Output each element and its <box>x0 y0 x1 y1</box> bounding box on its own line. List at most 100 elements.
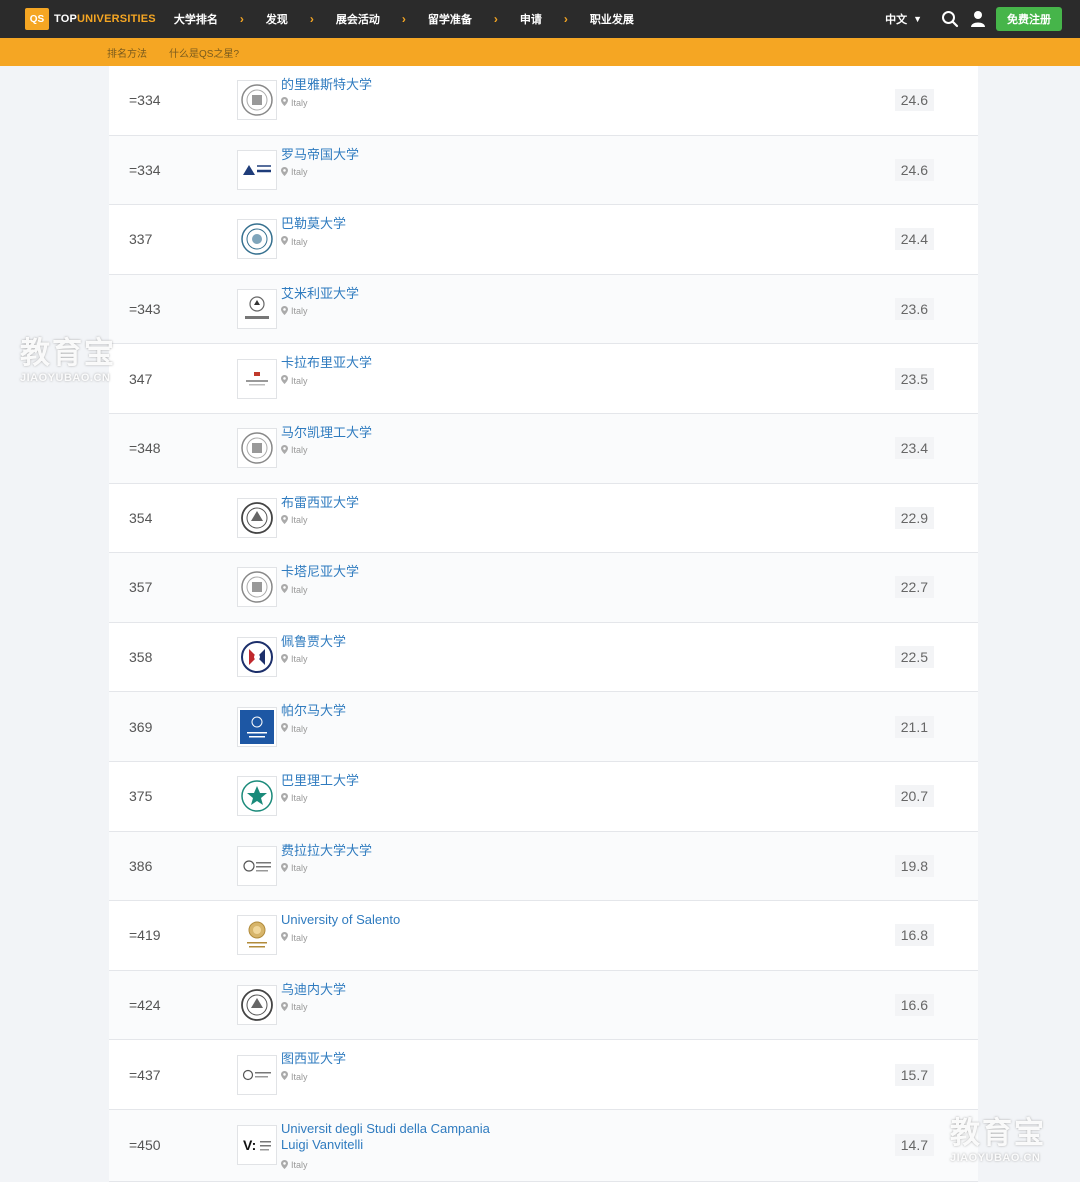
country-name: Italy <box>291 584 308 595</box>
user-icon[interactable] <box>968 9 988 29</box>
table-row[interactable]: 375 巴里理工大学 Italy 20.7 <box>109 761 978 832</box>
qs-badge: QS <box>25 8 49 30</box>
rank-cell: =424 <box>129 997 161 1014</box>
logo-wordmark: TOPUNIVERSITIES <box>54 13 156 25</box>
university-logo[interactable] <box>237 149 277 190</box>
country-label: Italy <box>281 514 308 526</box>
university-logo[interactable] <box>237 1054 277 1095</box>
country-label: Italy <box>281 444 308 456</box>
university-logo[interactable]: V: <box>237 1125 277 1166</box>
language-selector[interactable]: 中文 ▼ <box>885 11 922 27</box>
subnav-methodology[interactable]: 排名方法 <box>107 45 147 60</box>
search-icon[interactable] <box>940 9 960 29</box>
table-row[interactable]: =348 马尔凯理工大学 Italy 23.4 <box>109 413 978 484</box>
table-row[interactable]: =424 乌迪内大学 Italy 16.6 <box>109 970 978 1041</box>
nav-career[interactable]: 职业发展 <box>590 11 634 27</box>
country-label: Italy <box>281 792 308 804</box>
logo-text-top: TOP <box>54 13 78 25</box>
table-row[interactable]: 354 布雷西亚大学 Italy 22.9 <box>109 483 978 554</box>
subnav-qs-stars[interactable]: 什么是QS之星? <box>169 45 239 60</box>
university-name-link[interactable]: Universit degli Studi della Campania Lui… <box>281 1121 511 1153</box>
main-menu: 大学排名 › 发现 › 展会活动 › 留学准备 › 申请 › 职业发展 <box>174 11 634 27</box>
university-name-link[interactable]: 罗马帝国大学 <box>281 147 359 163</box>
university-name-link[interactable]: 乌迪内大学 <box>281 982 346 998</box>
watermark-text: 教育宝 <box>20 337 116 370</box>
university-name-link[interactable]: 的里雅斯特大学 <box>281 77 372 93</box>
university-name-link[interactable]: 图西亚大学 <box>281 1051 346 1067</box>
table-row[interactable]: 347 卡拉布里亚大学 Italy 23.5 <box>109 344 978 414</box>
svg-text:V:: V: <box>243 1137 256 1153</box>
university-name-link[interactable]: 费拉拉大学大学 <box>281 843 372 859</box>
overall-score: 23.6 <box>894 298 934 321</box>
country-label: Italy <box>281 723 308 734</box>
university-logo[interactable] <box>237 776 277 817</box>
university-name-link[interactable]: 布雷西亚大学 <box>281 495 359 511</box>
university-logo[interactable] <box>237 428 277 469</box>
country-name: Italy <box>291 236 308 247</box>
university-logo[interactable] <box>237 637 277 678</box>
university-logo[interactable] <box>237 219 277 260</box>
university-name-link[interactable]: 艾米利亚大学 <box>281 286 359 302</box>
nav-apply[interactable]: 申请 <box>520 11 542 27</box>
country-label: Italy <box>281 97 308 108</box>
university-logo[interactable] <box>237 915 277 956</box>
table-row[interactable]: 357 卡塔尼亚大学 Italy 22.7 <box>109 553 978 623</box>
nav-events[interactable]: 展会活动 <box>336 11 380 27</box>
table-row[interactable]: 358 佩鲁贾大学 Italy 22.5 <box>109 622 978 693</box>
nav-rankings[interactable]: 大学排名 <box>174 11 218 27</box>
nav-prepare[interactable]: 留学准备 <box>428 11 472 27</box>
watermark: 教育宝 JIAOYUBAO.CN <box>20 328 116 384</box>
overall-score: 22.9 <box>894 506 934 529</box>
country-name: Italy <box>291 515 308 526</box>
rank-cell: =348 <box>129 440 161 457</box>
university-name-link[interactable]: University of Salento <box>281 912 400 928</box>
university-logo[interactable] <box>237 845 277 886</box>
rank-cell: 337 <box>129 231 153 248</box>
university-name-link[interactable]: 佩鲁贾大学 <box>281 634 346 650</box>
table-row[interactable]: 386 费拉拉大学大学 Italy 19.8 <box>109 831 978 902</box>
table-row[interactable]: 337 巴勒莫大学 Italy 24.4 <box>109 205 978 275</box>
university-name-link[interactable]: 巴里理工大学 <box>281 773 359 789</box>
overall-score: 19.8 <box>894 854 934 877</box>
overall-score: 22.5 <box>894 646 934 669</box>
university-name-link[interactable]: 巴勒莫大学 <box>281 216 346 232</box>
location-pin-icon <box>281 862 288 874</box>
university-logo[interactable] <box>237 289 277 330</box>
country-name: Italy <box>291 306 308 317</box>
table-row[interactable]: =334 的里雅斯特大学 Italy 24.6 <box>109 66 978 136</box>
signup-button[interactable]: 免费注册 <box>996 7 1062 31</box>
university-logo[interactable] <box>237 80 277 121</box>
watermark: 教育宝 JIAOYUBAO.CN <box>950 1108 1046 1164</box>
table-row[interactable]: =437 图西亚大学 Italy 15.7 <box>109 1040 978 1110</box>
university-name-link[interactable]: 帕尔马大学 <box>281 703 346 719</box>
university-name-link[interactable]: 卡拉布里亚大学 <box>281 355 372 371</box>
table-row[interactable]: =450 V: Universit degli Studi della Campan… <box>109 1109 978 1182</box>
country-name: Italy <box>291 375 308 386</box>
chevron-right-icon: › <box>401 12 406 26</box>
country-name: Italy <box>291 723 308 734</box>
location-pin-icon <box>281 514 288 526</box>
university-logo[interactable] <box>237 985 277 1026</box>
table-row[interactable]: =334 罗马帝国大学 Italy 24.6 <box>109 135 978 206</box>
country-label: Italy <box>281 236 308 247</box>
nav-discover[interactable]: 发现 <box>266 11 288 27</box>
university-logo[interactable] <box>237 706 277 747</box>
qs-logo[interactable]: QS TOPUNIVERSITIES <box>25 8 156 30</box>
table-row[interactable]: =419 University of Salento Italy 16.8 <box>109 901 978 971</box>
table-row[interactable]: =343 艾米利亚大学 Italy 23.6 <box>109 274 978 345</box>
location-pin-icon <box>281 1159 288 1171</box>
overall-score: 21.1 <box>894 715 934 738</box>
country-label: Italy <box>281 584 308 595</box>
table-row[interactable]: 369 帕尔马大学 Italy 21.1 <box>109 692 978 762</box>
university-name-link[interactable]: 马尔凯理工大学 <box>281 425 372 441</box>
chevron-right-icon: › <box>493 12 498 26</box>
university-logo[interactable] <box>237 567 277 608</box>
country-name: Italy <box>291 863 308 874</box>
overall-score: 24.6 <box>894 89 934 112</box>
rank-cell: =450 <box>129 1137 161 1154</box>
nav-right-controls: 中文 ▼ 免费注册 <box>885 0 1062 38</box>
university-logo[interactable] <box>237 358 277 399</box>
rank-cell: =343 <box>129 301 161 318</box>
university-name-link[interactable]: 卡塔尼亚大学 <box>281 564 359 580</box>
university-logo[interactable] <box>237 497 277 538</box>
